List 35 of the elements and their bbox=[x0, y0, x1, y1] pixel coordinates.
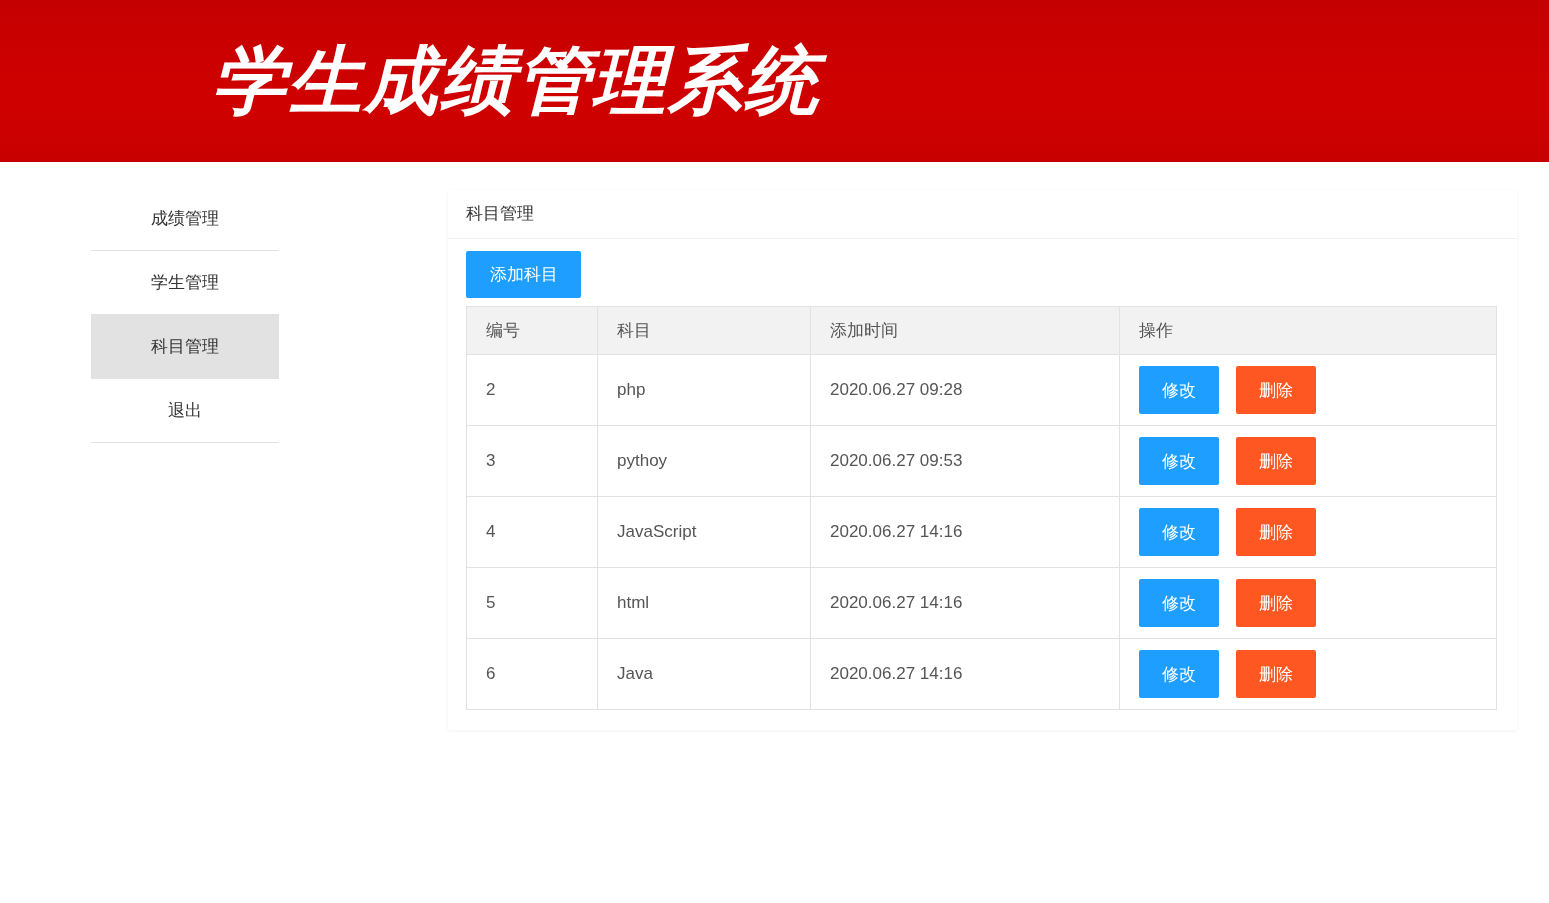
edit-button[interactable]: 修改 bbox=[1139, 366, 1219, 414]
delete-button[interactable]: 删除 bbox=[1236, 437, 1316, 485]
table-cell: 2 bbox=[466, 354, 598, 426]
delete-button[interactable]: 删除 bbox=[1236, 366, 1316, 414]
edit-button[interactable]: 修改 bbox=[1139, 508, 1219, 556]
edit-button[interactable]: 修改 bbox=[1139, 650, 1219, 698]
table-cell: 2020.06.27 09:28 bbox=[810, 354, 1120, 426]
sidebar-item[interactable]: 成绩管理 bbox=[91, 187, 279, 251]
sidebar-item[interactable]: 退出 bbox=[91, 379, 279, 443]
table-cell: 6 bbox=[466, 638, 598, 710]
column-header: 操作 bbox=[1119, 306, 1497, 355]
table-cell: 2020.06.27 14:16 bbox=[810, 496, 1120, 568]
site-title: 学生成绩管理系统 bbox=[208, 32, 834, 130]
delete-button[interactable]: 删除 bbox=[1236, 508, 1316, 556]
table-cell: 2020.06.27 09:53 bbox=[810, 425, 1120, 497]
table-cell: JavaScript bbox=[597, 496, 811, 568]
delete-button[interactable]: 删除 bbox=[1236, 579, 1316, 627]
table-cell: pythoy bbox=[597, 425, 811, 497]
table-cell: Java bbox=[597, 638, 811, 710]
column-header: 编号 bbox=[466, 306, 598, 355]
column-header: 科目 bbox=[597, 306, 811, 355]
table-cell: 2020.06.27 14:16 bbox=[810, 567, 1120, 639]
table-cell: html bbox=[597, 567, 811, 639]
edit-button[interactable]: 修改 bbox=[1139, 437, 1219, 485]
sidebar-item[interactable]: 科目管理 bbox=[91, 315, 279, 379]
column-header: 添加时间 bbox=[810, 306, 1120, 355]
table-cell: 4 bbox=[466, 496, 598, 568]
table-cell: 3 bbox=[466, 425, 598, 497]
add-subject-button[interactable]: 添加科目 bbox=[466, 251, 581, 298]
table-cell: php bbox=[597, 354, 811, 426]
edit-button[interactable]: 修改 bbox=[1139, 579, 1219, 627]
table-cell: 2020.06.27 14:16 bbox=[810, 638, 1120, 710]
delete-button[interactable]: 删除 bbox=[1236, 650, 1316, 698]
table-cell: 5 bbox=[466, 567, 598, 639]
panel-title: 科目管理 bbox=[448, 190, 1517, 239]
